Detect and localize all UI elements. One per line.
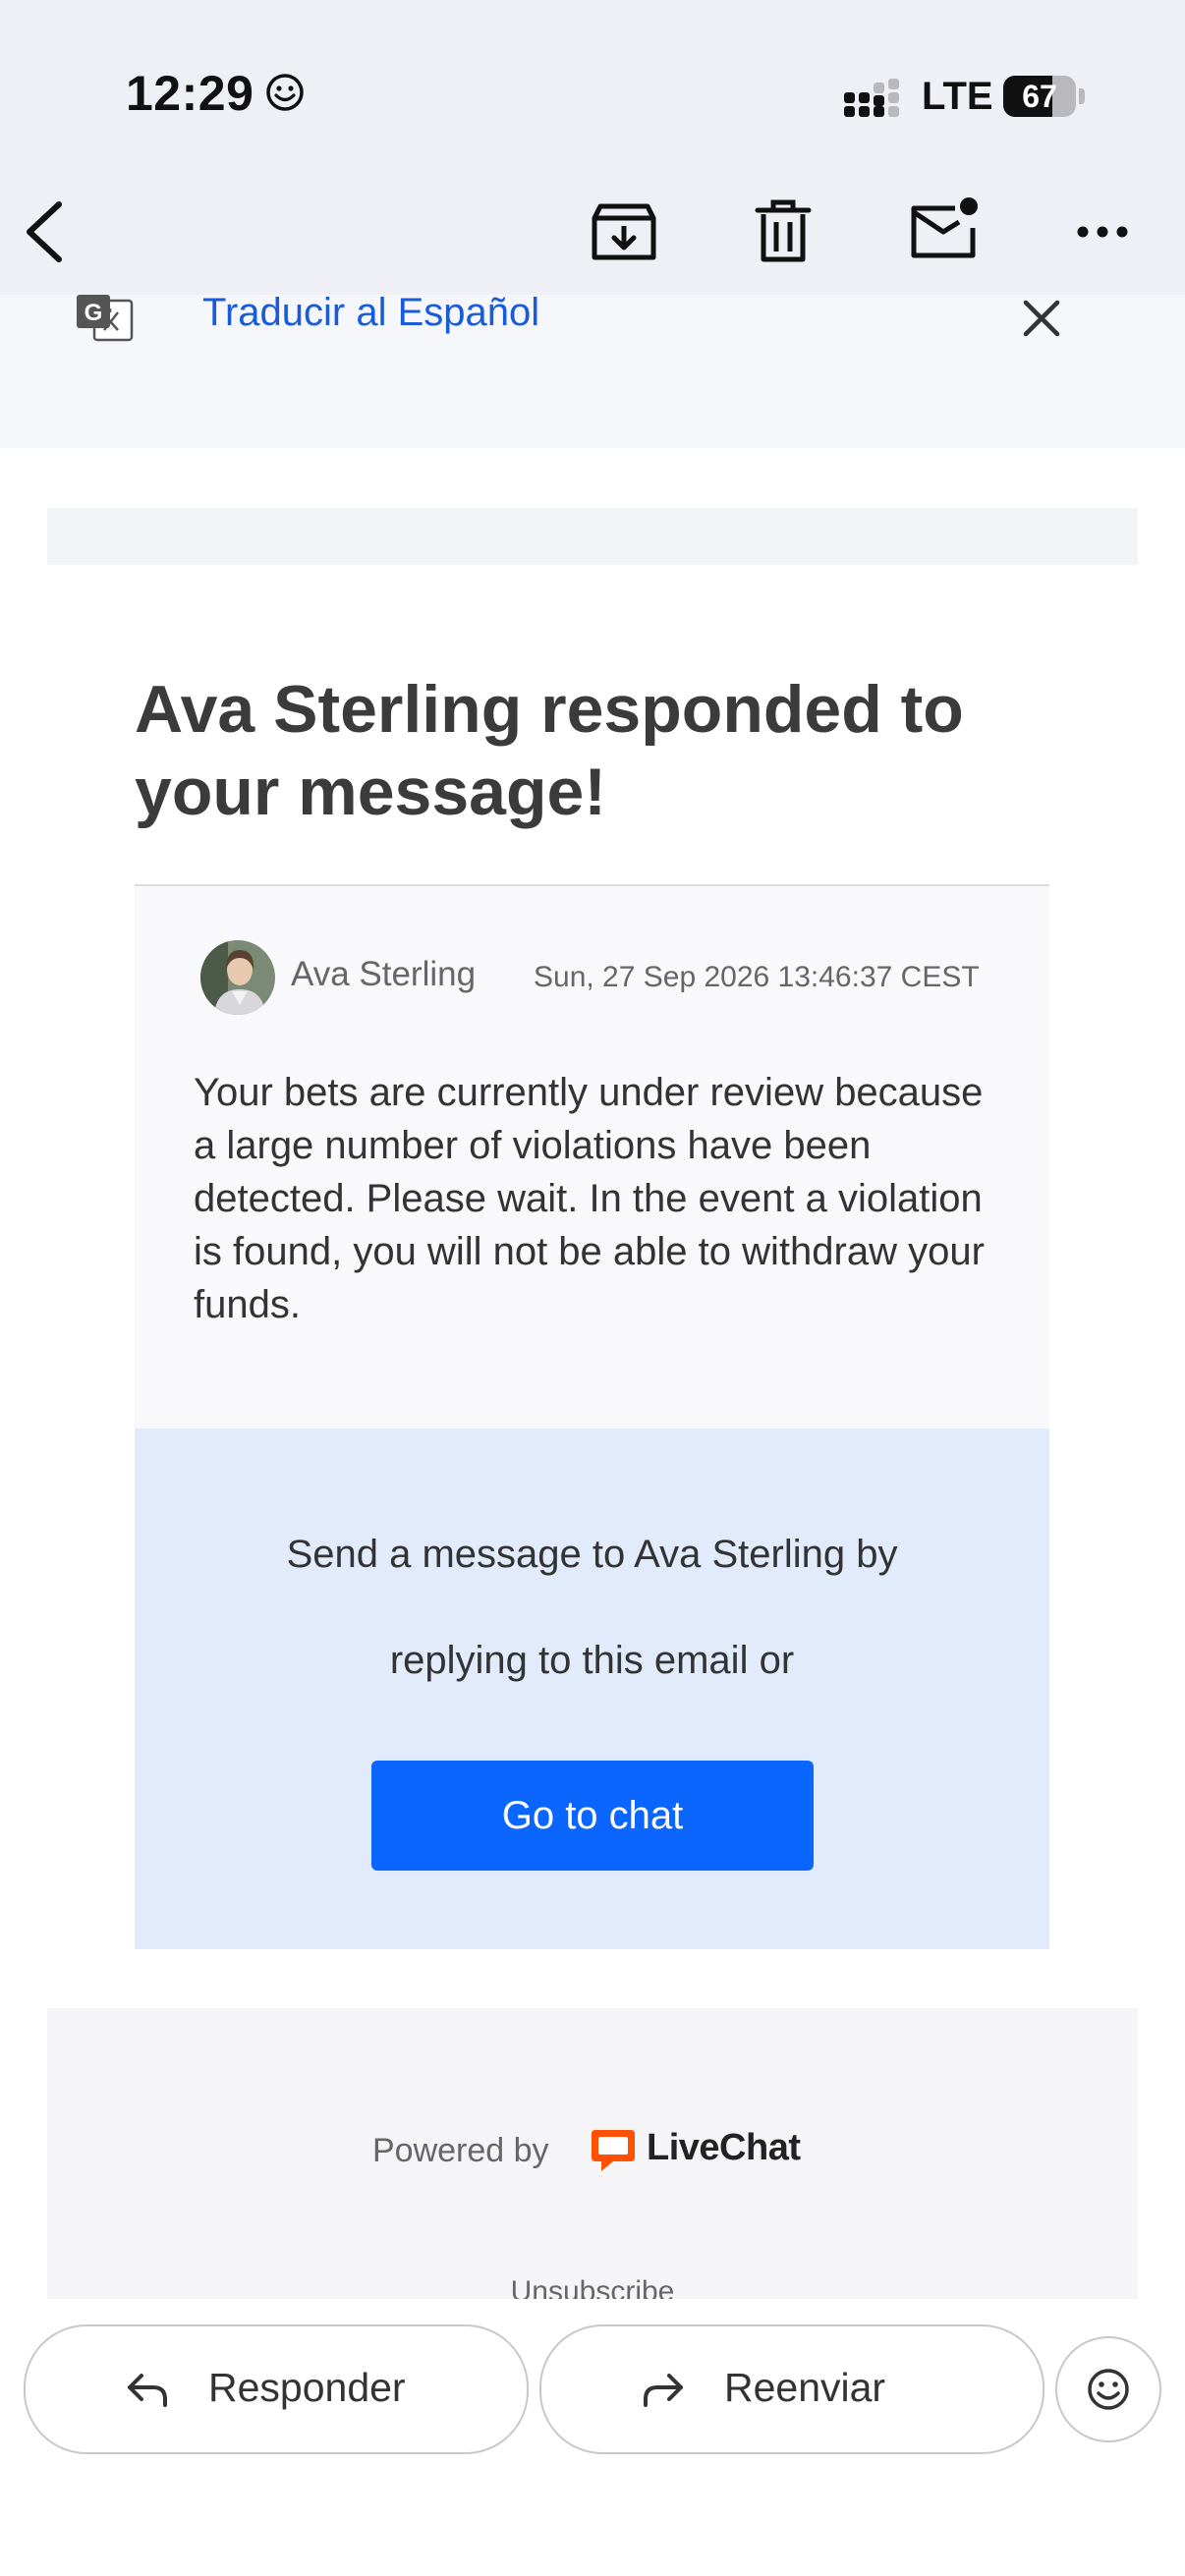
forward-label: Reenviar	[724, 2365, 886, 2410]
email-header-strip	[47, 508, 1138, 565]
battery-icon: 67	[1003, 76, 1086, 117]
reply-button[interactable]: Responder	[24, 2324, 529, 2454]
avatar	[200, 940, 275, 1015]
email-headline: Ava Sterling responded to your message!	[135, 672, 964, 829]
back-arrow-icon[interactable]	[18, 193, 77, 271]
reply-instruction-line1: Send a message to Ava Sterling by	[286, 1533, 898, 1576]
livechat-logo-icon	[592, 2130, 635, 2171]
unsubscribe-link[interactable]: Unsubscribe	[47, 2275, 1138, 2299]
livechat-brand: LiveChat	[647, 2127, 801, 2168]
emoji-reaction-button[interactable]	[1055, 2336, 1161, 2442]
signal-icon	[844, 79, 899, 117]
reply-panel	[135, 1428, 1049, 1949]
translate-link[interactable]: Traducir al Español	[202, 291, 539, 335]
message-date: Sun, 27 Sep 2026 13:46:37 CEST	[534, 961, 980, 993]
close-icon[interactable]	[1014, 291, 1069, 346]
battery-level: 67	[1022, 79, 1057, 114]
powered-by-label: Powered by	[372, 2132, 549, 2169]
status-time: 12:29	[126, 66, 254, 121]
reply-instruction-line2: replying to this email or	[389, 1639, 795, 1682]
sender-name: Ava Sterling	[291, 955, 477, 993]
translate-icon: G	[77, 295, 134, 342]
forward-icon	[644, 2374, 683, 2407]
more-options-icon[interactable]	[1063, 193, 1142, 271]
reply-label: Responder	[208, 2365, 406, 2410]
network-type: LTE	[922, 75, 993, 118]
forward-button[interactable]: Reenviar	[539, 2324, 1044, 2454]
translate-banner	[0, 295, 1185, 448]
go-to-chat-button[interactable]: Go to chat	[371, 1761, 814, 1871]
svg-text:G: G	[85, 300, 103, 326]
mark-unread-icon[interactable]	[904, 193, 983, 271]
archive-icon[interactable]	[585, 193, 663, 271]
smiley-status-icon	[266, 74, 304, 111]
reply-icon	[128, 2374, 167, 2407]
message-body: Your bets are currently under review bec…	[194, 1071, 985, 1326]
delete-icon[interactable]	[744, 193, 822, 271]
smiley-icon	[1088, 2369, 1129, 2410]
